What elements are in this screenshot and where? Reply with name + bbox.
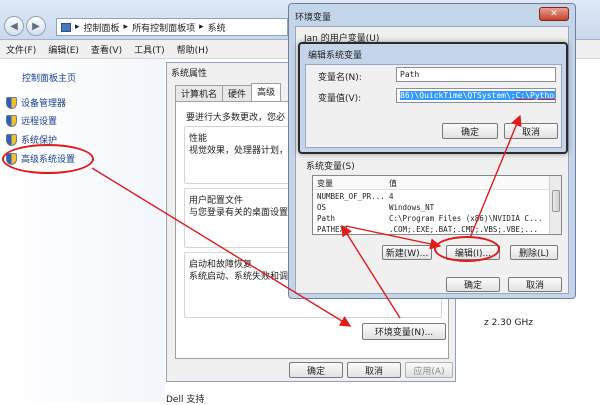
annotation-arrow xyxy=(345,225,442,250)
annotation-arrow xyxy=(341,224,401,319)
annotation-arrows xyxy=(91,114,522,327)
annotation-arrow xyxy=(91,167,352,327)
annotation-arrow xyxy=(469,114,522,239)
